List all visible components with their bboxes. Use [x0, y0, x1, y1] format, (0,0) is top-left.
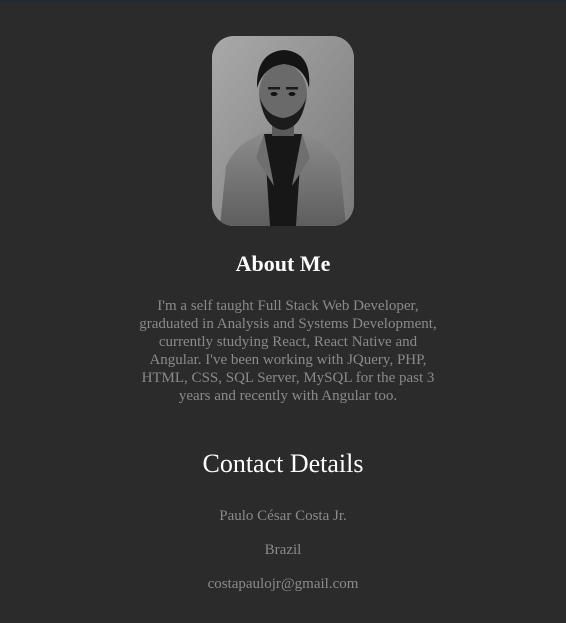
contact-country: Brazil	[264, 542, 302, 558]
profile-photo	[212, 36, 354, 226]
portrait-image	[212, 36, 354, 226]
about-title: About Me	[235, 251, 331, 276]
about-text: I'm a self taught Full Stack Web Develop…	[139, 298, 437, 404]
profile-page: About Me I'm a self taught Full Stack We…	[0, 0, 566, 623]
contact-name: Paulo César Costa Jr.	[219, 508, 347, 524]
contact-email: costapaulojr@gmail.com	[207, 576, 359, 592]
contact-title: Contact Details	[202, 449, 364, 478]
